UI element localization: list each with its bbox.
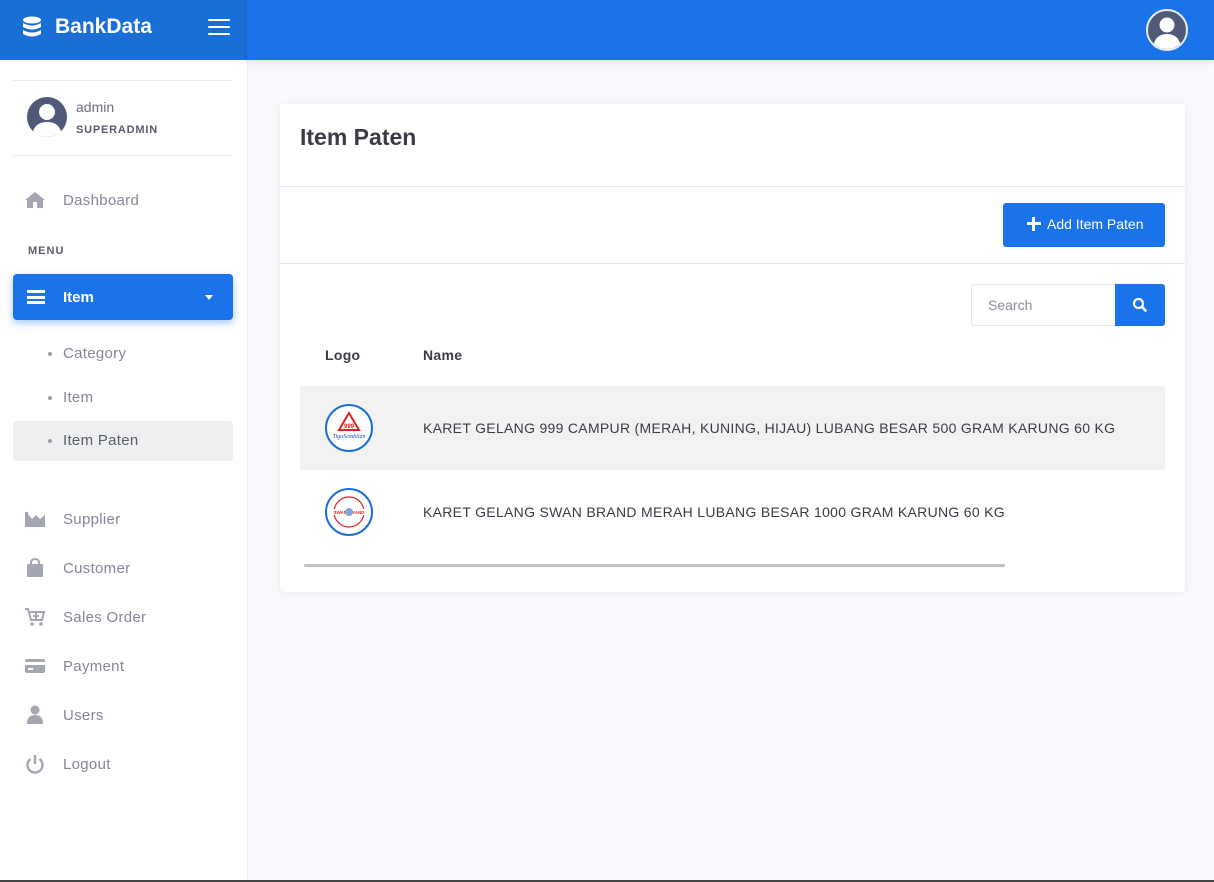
credit-card-icon xyxy=(25,659,45,673)
sidebar: BankData admin SUPERADMIN Dashboard MENU… xyxy=(0,0,248,882)
sidebar-item-item-group[interactable]: Item xyxy=(13,274,233,320)
sidebar-item-label: Users xyxy=(63,706,104,724)
sidebar-item-label: Logout xyxy=(63,755,111,773)
sidebar-subitem-item[interactable]: Item xyxy=(13,378,233,418)
list-icon xyxy=(27,290,45,304)
search-input[interactable] xyxy=(971,284,1116,326)
user-role: SUPERADMIN xyxy=(76,124,158,136)
item-logo: SWAN BRAND xyxy=(325,488,373,536)
sidebar-toggle-icon[interactable] xyxy=(208,19,230,37)
sidebar-item-supplier[interactable]: Supplier xyxy=(13,499,233,539)
item-name: KARET GELANG 999 CAMPUR (MERAH, KUNING, … xyxy=(423,420,1116,436)
avatar xyxy=(27,97,67,137)
svg-text:999: 999 xyxy=(344,424,355,430)
page-title: Item Paten xyxy=(300,124,417,150)
caret-down-icon xyxy=(205,295,213,300)
sidebar-item-label: Sales Order xyxy=(63,608,147,626)
menu-heading: MENU xyxy=(28,245,65,257)
sidebar-subitem-category[interactable]: Category xyxy=(13,334,233,374)
sidebar-subitem-label: Item Paten xyxy=(63,432,139,449)
table-row[interactable]: 999 TigaSembilan KARET GELANG 999 CAMPUR… xyxy=(300,386,1165,470)
user-menu-avatar[interactable] xyxy=(1146,9,1188,51)
search-button[interactable] xyxy=(1115,284,1165,326)
shopping-bag-icon xyxy=(27,558,43,577)
swan-brand-logo-icon: SWAN BRAND xyxy=(332,496,366,528)
sidebar-item-dashboard[interactable]: Dashboard xyxy=(13,180,233,220)
user-icon xyxy=(27,705,43,724)
sidebar-item-label: Payment xyxy=(63,657,125,675)
sidebar-item-label: Item xyxy=(63,289,94,306)
plus-icon xyxy=(1027,217,1041,231)
table-row[interactable]: SWAN BRAND KARET GELANG SWAN BRAND MERAH… xyxy=(300,470,1165,554)
topbar xyxy=(247,0,1214,60)
item-logo: 999 TigaSembilan xyxy=(325,404,373,452)
sidebar-subitem-item-paten[interactable]: Item Paten xyxy=(13,421,233,461)
search-icon xyxy=(1132,297,1147,312)
column-header-name[interactable]: Name xyxy=(423,347,462,363)
sidebar-item-label: Dashboard xyxy=(63,191,140,209)
home-icon xyxy=(25,192,45,208)
sidebar-subitem-label: Item xyxy=(63,389,94,406)
brand-name[interactable]: BankData xyxy=(55,15,152,39)
user-silhouette-icon xyxy=(1153,17,1181,49)
sidebar-subitem-label: Category xyxy=(63,345,127,362)
sidebar-item-sales-order[interactable]: Sales Order xyxy=(13,597,233,637)
bullet-icon xyxy=(48,352,52,356)
brand-bar: BankData xyxy=(0,0,247,60)
horizontal-scrollbar[interactable] xyxy=(304,564,1005,567)
column-header-logo[interactable]: Logo xyxy=(325,347,360,363)
add-item-paten-label: Add Item Paten xyxy=(1047,216,1144,232)
sidebar-item-payment[interactable]: Payment xyxy=(13,646,233,686)
cart-plus-icon xyxy=(25,608,46,626)
sidebar-item-label: Customer xyxy=(63,559,131,577)
divider xyxy=(280,263,1185,264)
sidebar-item-logout[interactable]: Logout xyxy=(13,744,233,784)
user-profile: admin SUPERADMIN xyxy=(13,80,232,156)
logo-text: TigaSembilan xyxy=(332,434,365,440)
chart-area-icon xyxy=(25,512,45,527)
sidebar-item-users[interactable]: Users xyxy=(13,695,233,735)
add-item-paten-button[interactable]: Add Item Paten xyxy=(1003,203,1165,247)
sidebar-item-customer[interactable]: Customer xyxy=(13,548,233,588)
user-name: admin xyxy=(76,99,115,115)
tigasembilan-logo-icon: 999 TigaSembilan xyxy=(332,411,366,440)
user-silhouette-icon xyxy=(32,104,62,137)
divider xyxy=(280,186,1185,187)
bullet-icon xyxy=(48,439,52,443)
database-icon xyxy=(23,16,41,37)
bullet-icon xyxy=(48,396,52,400)
sidebar-item-label: Supplier xyxy=(63,510,121,528)
item-paten-card: Item Paten Add Item Paten Logo Name 999 … xyxy=(280,104,1185,592)
item-name: KARET GELANG SWAN BRAND MERAH LUBANG BES… xyxy=(423,504,1005,520)
power-icon xyxy=(26,755,44,774)
